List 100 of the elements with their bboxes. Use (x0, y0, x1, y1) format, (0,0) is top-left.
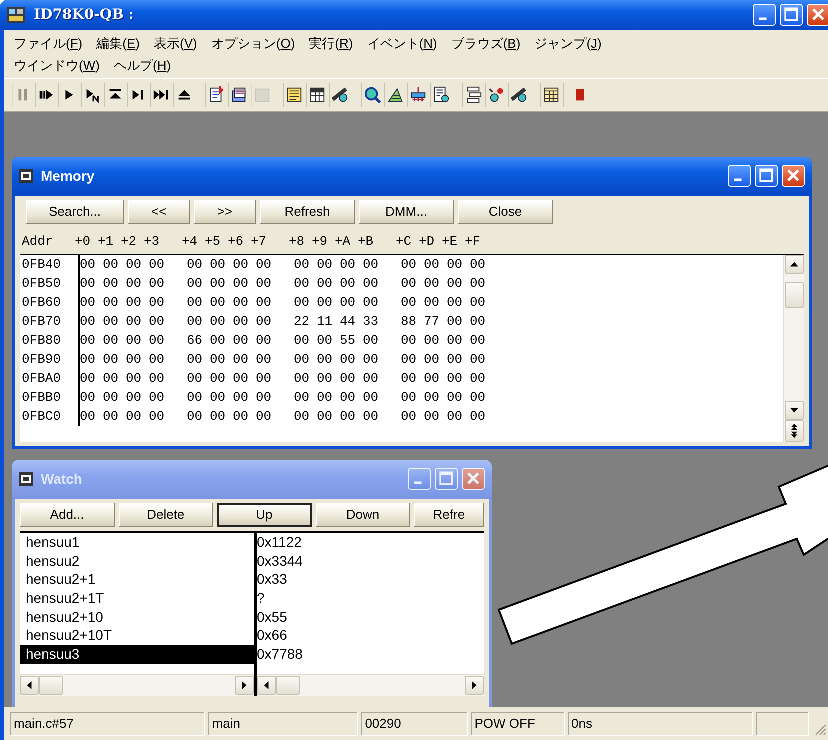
scroll-thumb[interactable] (784, 282, 804, 308)
variable-name[interactable]: hensuu1 (20, 532, 254, 552)
minimize-button[interactable] (753, 4, 776, 26)
status-pane: 0ns (568, 712, 753, 736)
window-icon (19, 472, 33, 486)
byte-cell-text: 00 (256, 370, 273, 388)
byte-cell-text: 00 (424, 294, 441, 312)
column-header: +5 (205, 233, 222, 252)
byte-cell-text: 00 (149, 388, 166, 407)
scroll-left-button[interactable] (20, 676, 39, 695)
byte-cell-text: 00 (424, 256, 441, 274)
window-button[interactable]: Close (458, 200, 553, 224)
byte-cell-text: 00 (187, 350, 204, 369)
variable-name[interactable]: hensuu2 (20, 552, 254, 570)
scroll-right-button[interactable] (235, 676, 254, 695)
byte-cell-text: 00 (103, 350, 120, 369)
scrollbar[interactable] (783, 254, 804, 442)
column-header: +0 (75, 233, 92, 252)
byte-cell-text: 00 (233, 332, 250, 350)
byte-cell-text: 00 (149, 312, 166, 331)
byte-cell-text: 00 (256, 408, 273, 426)
byte-cell-text: 00 (210, 256, 227, 274)
column-header: +F (465, 233, 482, 252)
byte-cell-text: 00 (401, 408, 418, 426)
byte-cell-text: 00 (363, 370, 380, 388)
byte-cell-text: 00 (256, 274, 273, 293)
menu-item[interactable]: 実行(R) (309, 34, 354, 54)
byte-cell-text: 00 (80, 312, 97, 331)
scroll-down-button[interactable] (784, 400, 804, 420)
scroll-up-button[interactable] (784, 254, 804, 274)
menu-item[interactable]: 表示(V) (154, 34, 198, 54)
byte-cell-text: 55 (340, 332, 357, 350)
byte-cell-text: 00 (126, 294, 143, 312)
close-button[interactable] (807, 4, 828, 26)
scroll-right-button[interactable] (465, 676, 484, 695)
byte-cell-text: 00 (470, 274, 487, 293)
byte-cell-text: 00 (233, 388, 250, 407)
scrollbar[interactable] (20, 674, 254, 696)
byte-cell-text: 00 (424, 350, 441, 369)
menu-item[interactable]: 編集(E) (96, 34, 140, 54)
spin-button[interactable] (784, 420, 804, 442)
menu-item[interactable]: イベント(N) (367, 34, 438, 54)
byte-cell-text: 00 (126, 332, 143, 350)
byte-cell-text: 00 (80, 274, 97, 293)
address-cell: 0FB40 (20, 254, 80, 274)
byte-cell-text: 00 (363, 294, 380, 312)
byte-cell-text: 00 (294, 388, 311, 407)
byte-cell-text: 00 (294, 256, 311, 274)
variable-name[interactable]: hensuu3 (20, 645, 254, 664)
byte-cell-text: 00 (340, 294, 357, 312)
menu-item[interactable]: オプション(O) (211, 34, 296, 54)
byte-cell-text: 00 (447, 388, 464, 407)
variable-name[interactable]: hensuu2+10 (20, 608, 254, 626)
window-button[interactable]: >> (194, 200, 256, 224)
window-button[interactable]: << (128, 200, 190, 224)
window-button[interactable]: Search... (26, 200, 124, 224)
scroll-thumb[interactable] (39, 676, 63, 695)
menu-item[interactable]: ヘルプ(H) (114, 56, 172, 76)
scroll-thumb[interactable] (276, 676, 300, 695)
byte-cell-text: 00 (447, 350, 464, 369)
window-button[interactable]: DMM... (359, 200, 454, 224)
byte-cell-text: 77 (424, 312, 441, 331)
variable-name[interactable]: hensuu2+10T (20, 626, 254, 646)
byte-cell-text: 00 (126, 370, 143, 388)
maximize-button[interactable] (780, 4, 803, 26)
byte-cell-text: 00 (401, 332, 418, 350)
byte-cell-text: 00 (470, 388, 487, 407)
byte-cell-text: 00 (256, 332, 273, 350)
byte-cell-text: 00 (103, 408, 120, 426)
menu-item[interactable]: ブラウズ(B) (451, 34, 521, 54)
byte-cell-text: 00 (233, 294, 250, 312)
scrollbar[interactable] (257, 674, 484, 696)
menu-item[interactable]: ファイル(F) (14, 34, 83, 54)
scroll-left-button[interactable] (257, 676, 276, 695)
column-header: +6 (228, 233, 245, 252)
byte-cell-text: 00 (401, 294, 418, 312)
byte-cell-text: 33 (363, 312, 380, 331)
byte-cell-text: 00 (210, 370, 227, 388)
window-icon (19, 169, 33, 184)
minimize-button[interactable] (728, 165, 751, 188)
byte-cell-text: 44 (340, 312, 357, 331)
byte-cell-text: 00 (447, 312, 464, 331)
tree-icon[interactable] (462, 83, 484, 108)
byte-cell-text: 00 (340, 256, 357, 274)
close-button[interactable] (782, 165, 805, 188)
variable-name[interactable]: hensuu2+1 (20, 570, 254, 589)
byte-cell-text: 00 (80, 332, 97, 350)
zoom-document-icon[interactable] (430, 83, 452, 108)
menu-item[interactable]: ウインドウ(W) (14, 56, 100, 76)
maximize-button[interactable] (755, 165, 778, 188)
byte-cell-text: 00 (210, 332, 227, 350)
column-header: +1 (98, 233, 115, 252)
byte-cell-text: 00 (470, 256, 487, 274)
byte-cell-text: 00 (210, 408, 227, 426)
window-button[interactable]: Refresh (260, 200, 355, 224)
byte-cell-text: 00 (103, 370, 120, 388)
menu-item[interactable]: ジャンプ(J) (534, 34, 602, 54)
byte-cell-text: 00 (340, 388, 357, 407)
variable-name[interactable]: hensuu2+1T (20, 589, 254, 608)
magnifier-icon[interactable] (361, 83, 383, 108)
